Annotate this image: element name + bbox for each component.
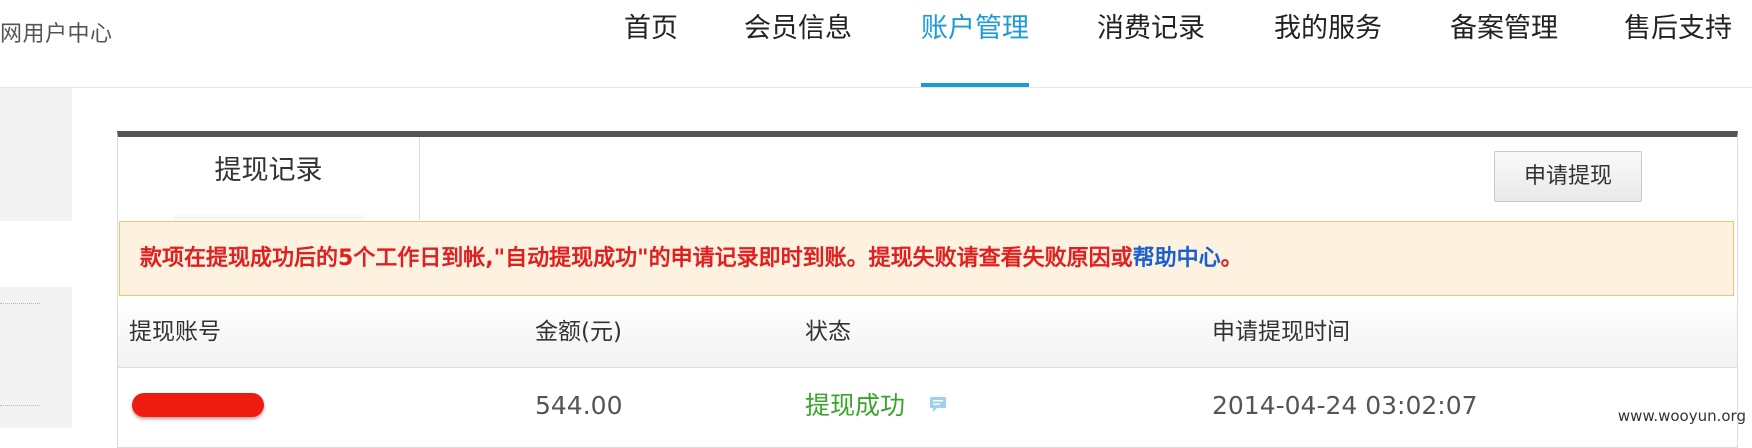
sidebar-divider	[0, 303, 40, 304]
status-cell: 提现成功	[805, 368, 947, 445]
notice-banner: 款项在提现成功后的5个工作日到帐,"自动提现成功"的申请记录即时到账。提现失败请…	[119, 221, 1734, 296]
sidebar-item-active[interactable]	[0, 221, 72, 287]
nav-item-my-services[interactable]: 我的服务	[1274, 10, 1382, 87]
tab-label: 提现记录	[214, 155, 323, 186]
withdrawal-panel: 提现记录 申请提现 款项在提现成功后的5个工作日到帐,"自动提现成功"的申请记录…	[117, 131, 1738, 448]
column-header-amount: 金额(元)	[535, 319, 622, 345]
table-header: 提现账号 金额(元) 状态 申请提现时间	[118, 297, 1737, 368]
nav-item-home[interactable]: 首页	[624, 10, 678, 87]
help-center-link[interactable]: 帮助中心	[1133, 246, 1221, 271]
apply-withdrawal-button[interactable]: 申请提现	[1494, 151, 1642, 202]
status-text: 提现成功	[805, 391, 906, 420]
nav-item-filing-management[interactable]: 备案管理	[1450, 10, 1558, 87]
column-header-apply-time: 申请提现时间	[1212, 319, 1350, 345]
site-title: 网用户中心	[0, 22, 113, 47]
tab-indicator	[174, 213, 364, 219]
watermark: www.wooyun.org	[1617, 407, 1746, 425]
column-header-account: 提现账号	[129, 319, 221, 345]
nav-item-member-info[interactable]: 会员信息	[744, 10, 852, 87]
notice-suffix: 。	[1220, 246, 1243, 271]
top-navigation-bar: 网用户中心 首页 会员信息 账户管理 消费记录 我的服务 备案管理 售后支持	[0, 0, 1752, 88]
nav-item-after-sales-support[interactable]: 售后支持	[1624, 10, 1732, 87]
amount-cell: 544.00	[535, 391, 623, 420]
sidebar-divider	[0, 405, 40, 406]
redaction-mark	[132, 393, 264, 417]
sidebar	[0, 88, 72, 428]
table-row: 544.00 提现成功 2014-04-24 03:02:07	[118, 368, 1737, 444]
apply-time-cell: 2014-04-24 03:02:07	[1212, 391, 1478, 420]
nav-item-consumption-records[interactable]: 消费记录	[1097, 10, 1205, 87]
tab-withdrawal-records[interactable]: 提现记录	[118, 137, 420, 220]
message-icon[interactable]	[929, 367, 947, 443]
column-header-status: 状态	[805, 319, 851, 345]
notice-text: 款项在提现成功后的5个工作日到帐,"自动提现成功"的申请记录即时到账。提现失败请…	[140, 246, 1133, 271]
nav-item-account-management[interactable]: 账户管理	[921, 10, 1029, 87]
